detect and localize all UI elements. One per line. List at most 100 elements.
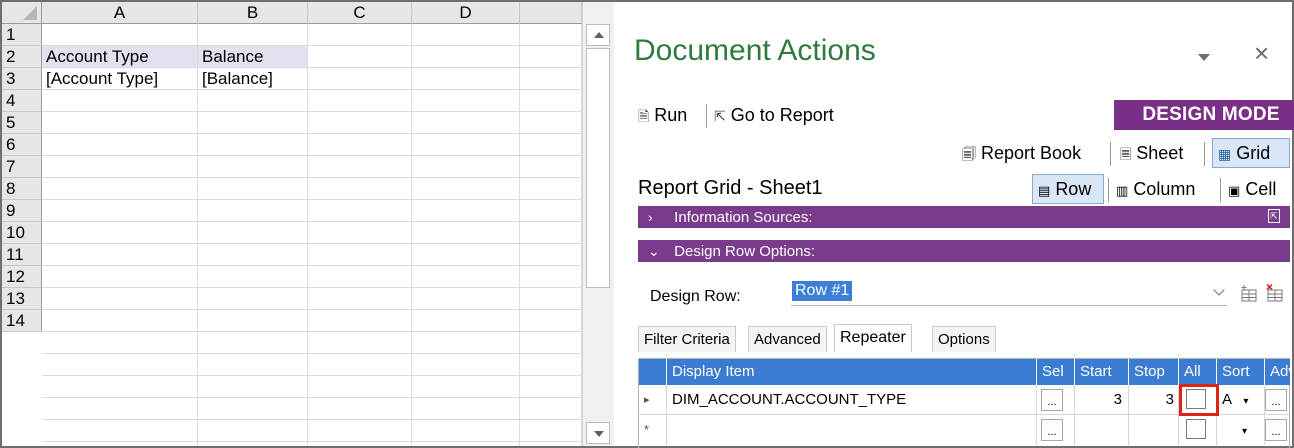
- grid-cell[interactable]: [42, 354, 198, 376]
- grid-cell[interactable]: [198, 354, 308, 376]
- cell-a3[interactable]: [Account Type]: [42, 68, 198, 90]
- tab-filter-criteria[interactable]: Filter Criteria: [638, 326, 736, 352]
- grid-cell[interactable]: [412, 288, 520, 310]
- header-all[interactable]: All: [1179, 359, 1217, 385]
- row-header-13[interactable]: 13: [2, 288, 42, 310]
- grid-cell[interactable]: [520, 376, 582, 398]
- grid-cell[interactable]: [42, 24, 198, 46]
- grid-view-button[interactable]: ▦ Grid: [1218, 138, 1270, 168]
- column-header-e[interactable]: [520, 2, 582, 24]
- chevron-down-icon[interactable]: [1213, 284, 1225, 296]
- scroll-thumb[interactable]: [586, 48, 610, 288]
- close-icon[interactable]: ×: [1254, 38, 1269, 68]
- cell-a2[interactable]: Account Type: [42, 46, 198, 68]
- grid-cell[interactable]: [42, 134, 198, 156]
- grid-cell[interactable]: [308, 266, 412, 288]
- select-all-corner[interactable]: [2, 2, 42, 24]
- information-sources-section[interactable]: › Information Sources: ⇱: [638, 206, 1290, 228]
- grid-cell[interactable]: [42, 178, 198, 200]
- scroll-down-button[interactable]: [586, 422, 610, 444]
- row-header-2[interactable]: 2: [2, 46, 42, 68]
- header-stop[interactable]: Stop: [1129, 359, 1179, 385]
- grid-cell[interactable]: [198, 24, 308, 46]
- grid-cell[interactable]: [308, 354, 412, 376]
- grid-cell[interactable]: [42, 442, 198, 446]
- row-header-5[interactable]: 5: [2, 112, 42, 134]
- grid-cell[interactable]: [412, 200, 520, 222]
- grid-cell[interactable]: [198, 332, 308, 354]
- sheet-view-button[interactable]: 🗏 Sheet: [1120, 138, 1183, 168]
- grid-cell[interactable]: [308, 222, 412, 244]
- row-header-9[interactable]: 9: [2, 200, 42, 222]
- column-header-a[interactable]: A: [42, 2, 198, 24]
- pane-options-dropdown-icon[interactable]: [1198, 54, 1210, 61]
- grid-cell[interactable]: [520, 354, 582, 376]
- grid-cell[interactable]: [42, 332, 198, 354]
- sel-ellipsis-button[interactable]: ...: [1041, 419, 1063, 441]
- grid-cell[interactable]: [520, 442, 582, 446]
- grid-cell[interactable]: [308, 24, 412, 46]
- column-header-c[interactable]: C: [308, 2, 412, 24]
- grid-cell[interactable]: [198, 112, 308, 134]
- grid-cell[interactable]: [198, 244, 308, 266]
- run-button[interactable]: 🗎 Run: [638, 100, 687, 130]
- header-sort[interactable]: Sort: [1217, 359, 1265, 385]
- grid-cell[interactable]: [412, 398, 520, 420]
- grid-cell[interactable]: [42, 266, 198, 288]
- grid-cell[interactable]: [308, 200, 412, 222]
- grid-cell[interactable]: [198, 310, 308, 332]
- grid-cell[interactable]: [412, 420, 520, 442]
- report-book-button[interactable]: 🗐 Report Book: [962, 138, 1081, 168]
- grid-cell[interactable]: [412, 310, 520, 332]
- sort-dropdown-icon[interactable]: ▾: [1242, 426, 1247, 437]
- grid-cell[interactable]: [412, 332, 520, 354]
- grid-cell[interactable]: [198, 222, 308, 244]
- row-header-8[interactable]: 8: [2, 178, 42, 200]
- grid-cell[interactable]: [308, 112, 412, 134]
- sheet-vertical-scrollbar[interactable]: [582, 2, 614, 446]
- grid-cell[interactable]: [520, 266, 582, 288]
- adv-ellipsis-button[interactable]: ...: [1265, 419, 1287, 441]
- row-header-1[interactable]: 1: [2, 24, 42, 46]
- design-row-options-section[interactable]: ⌄ Design Row Options:: [638, 240, 1290, 262]
- grid-cell[interactable]: [42, 90, 198, 112]
- grid-cell[interactable]: [308, 398, 412, 420]
- grid-cell[interactable]: [520, 46, 582, 68]
- start-cell[interactable]: 3: [1075, 385, 1129, 415]
- grid-cell[interactable]: [520, 310, 582, 332]
- grid-cell[interactable]: [520, 178, 582, 200]
- design-row-combobox[interactable]: Row #1: [791, 278, 1227, 306]
- tab-advanced[interactable]: Advanced: [748, 326, 827, 352]
- grid-cell[interactable]: [412, 90, 520, 112]
- display-item-cell[interactable]: DIM_ACCOUNT.ACCOUNT_TYPE: [667, 385, 1037, 415]
- grid-cell[interactable]: [42, 310, 198, 332]
- grid-cell[interactable]: [520, 24, 582, 46]
- scroll-up-button[interactable]: [586, 24, 610, 46]
- grid-cell[interactable]: [412, 24, 520, 46]
- grid-cell[interactable]: [42, 398, 198, 420]
- grid-cell[interactable]: [42, 288, 198, 310]
- grid-cell[interactable]: [520, 200, 582, 222]
- grid-cell[interactable]: [308, 90, 412, 112]
- cell-b3[interactable]: [Balance]: [198, 68, 308, 90]
- grid-cell[interactable]: [42, 156, 198, 178]
- sort-dropdown-icon[interactable]: ▾: [1243, 396, 1248, 407]
- row-header-6[interactable]: 6: [2, 134, 42, 156]
- grid-cell[interactable]: [412, 46, 520, 68]
- grid-cell[interactable]: [520, 420, 582, 442]
- grid-cell[interactable]: [520, 134, 582, 156]
- delete-row-icon[interactable]: [1264, 284, 1286, 304]
- grid-cell[interactable]: [308, 420, 412, 442]
- header-start[interactable]: Start: [1075, 359, 1129, 385]
- grid-cell[interactable]: [412, 376, 520, 398]
- row-header-3[interactable]: 3: [2, 68, 42, 90]
- tab-options[interactable]: Options: [932, 326, 996, 352]
- grid-cell[interactable]: [412, 112, 520, 134]
- row-header-11[interactable]: 11: [2, 244, 42, 266]
- pin-icon[interactable]: ⇱: [1268, 209, 1280, 223]
- grid-cell[interactable]: [198, 156, 308, 178]
- grid-cell[interactable]: [42, 222, 198, 244]
- column-segment-button[interactable]: ▥ Column: [1116, 174, 1195, 204]
- sort-cell[interactable]: A ▾: [1217, 385, 1265, 415]
- grid-cell[interactable]: [520, 288, 582, 310]
